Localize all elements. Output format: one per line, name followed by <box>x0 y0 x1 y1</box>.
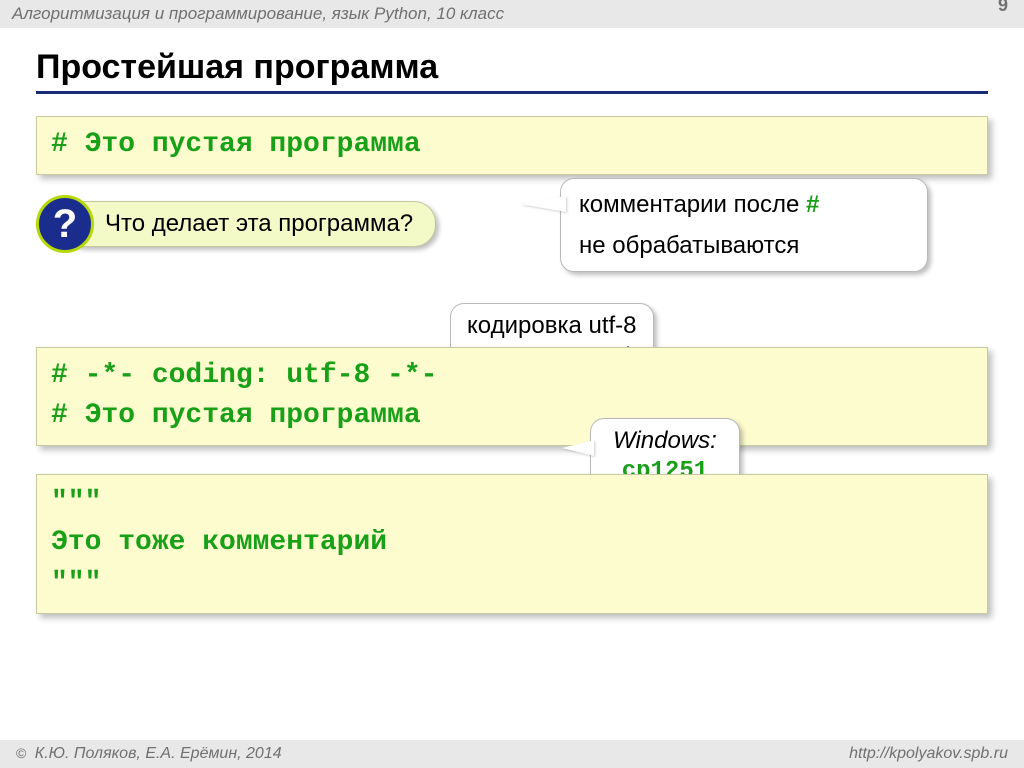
footer-bar: © К.Ю. Поляков, Е.А. Ерёмин, 2014 http:/… <box>0 740 1024 768</box>
code3-line1: """ <box>51 483 973 524</box>
question-bubble: Что делает эта программа? <box>62 201 436 247</box>
footer-authors: К.Ю. Поляков, Е.А. Ерёмин, 2014 <box>35 745 282 762</box>
footer-left: © К.Ю. Поляков, Е.А. Ерёмин, 2014 <box>16 745 282 763</box>
callout-tail-win <box>562 440 594 456</box>
code3-line2: Это тоже комментарий <box>51 523 973 564</box>
code-block-2: # -*- coding: utf-8 -*- # Это пустая про… <box>36 347 988 446</box>
header-subject: Алгоритмизация и программирование, язык … <box>12 4 504 24</box>
code2-line1: # -*- coding: utf-8 -*- <box>51 356 973 397</box>
callout-enc-line1: кодировка utf-8 <box>467 310 637 341</box>
code-block-3: """ Это тоже комментарий """ <box>36 474 988 614</box>
callout-hash-part2: не обрабатываются <box>579 230 909 261</box>
code2-line2: # Это пустая программа <box>51 396 973 437</box>
callout-comments-after-hash: комментарии после # не обрабатываются <box>560 178 928 272</box>
code-block-1: # Это пустая программа <box>36 116 988 175</box>
code3-line3: """ <box>51 564 973 605</box>
callout-tail-hash <box>520 196 566 212</box>
slide-content: Простейшая программа # Это пустая програ… <box>0 28 1024 614</box>
code1-line1: # Это пустая программа <box>51 125 973 166</box>
copyright-icon: © <box>16 745 26 761</box>
page-number: 9 <box>998 0 1008 16</box>
header-bar: Алгоритмизация и программирование, язык … <box>0 0 1024 28</box>
question-mark-icon: ? <box>36 195 94 253</box>
hash-icon: # <box>806 191 819 218</box>
slide-title: Простейшая программа <box>36 48 988 94</box>
footer-url: http://kpolyakov.spb.ru <box>849 745 1008 763</box>
callout-win-line1: Windows: <box>613 425 717 456</box>
callout-hash-part1: комментарии после <box>579 191 806 218</box>
